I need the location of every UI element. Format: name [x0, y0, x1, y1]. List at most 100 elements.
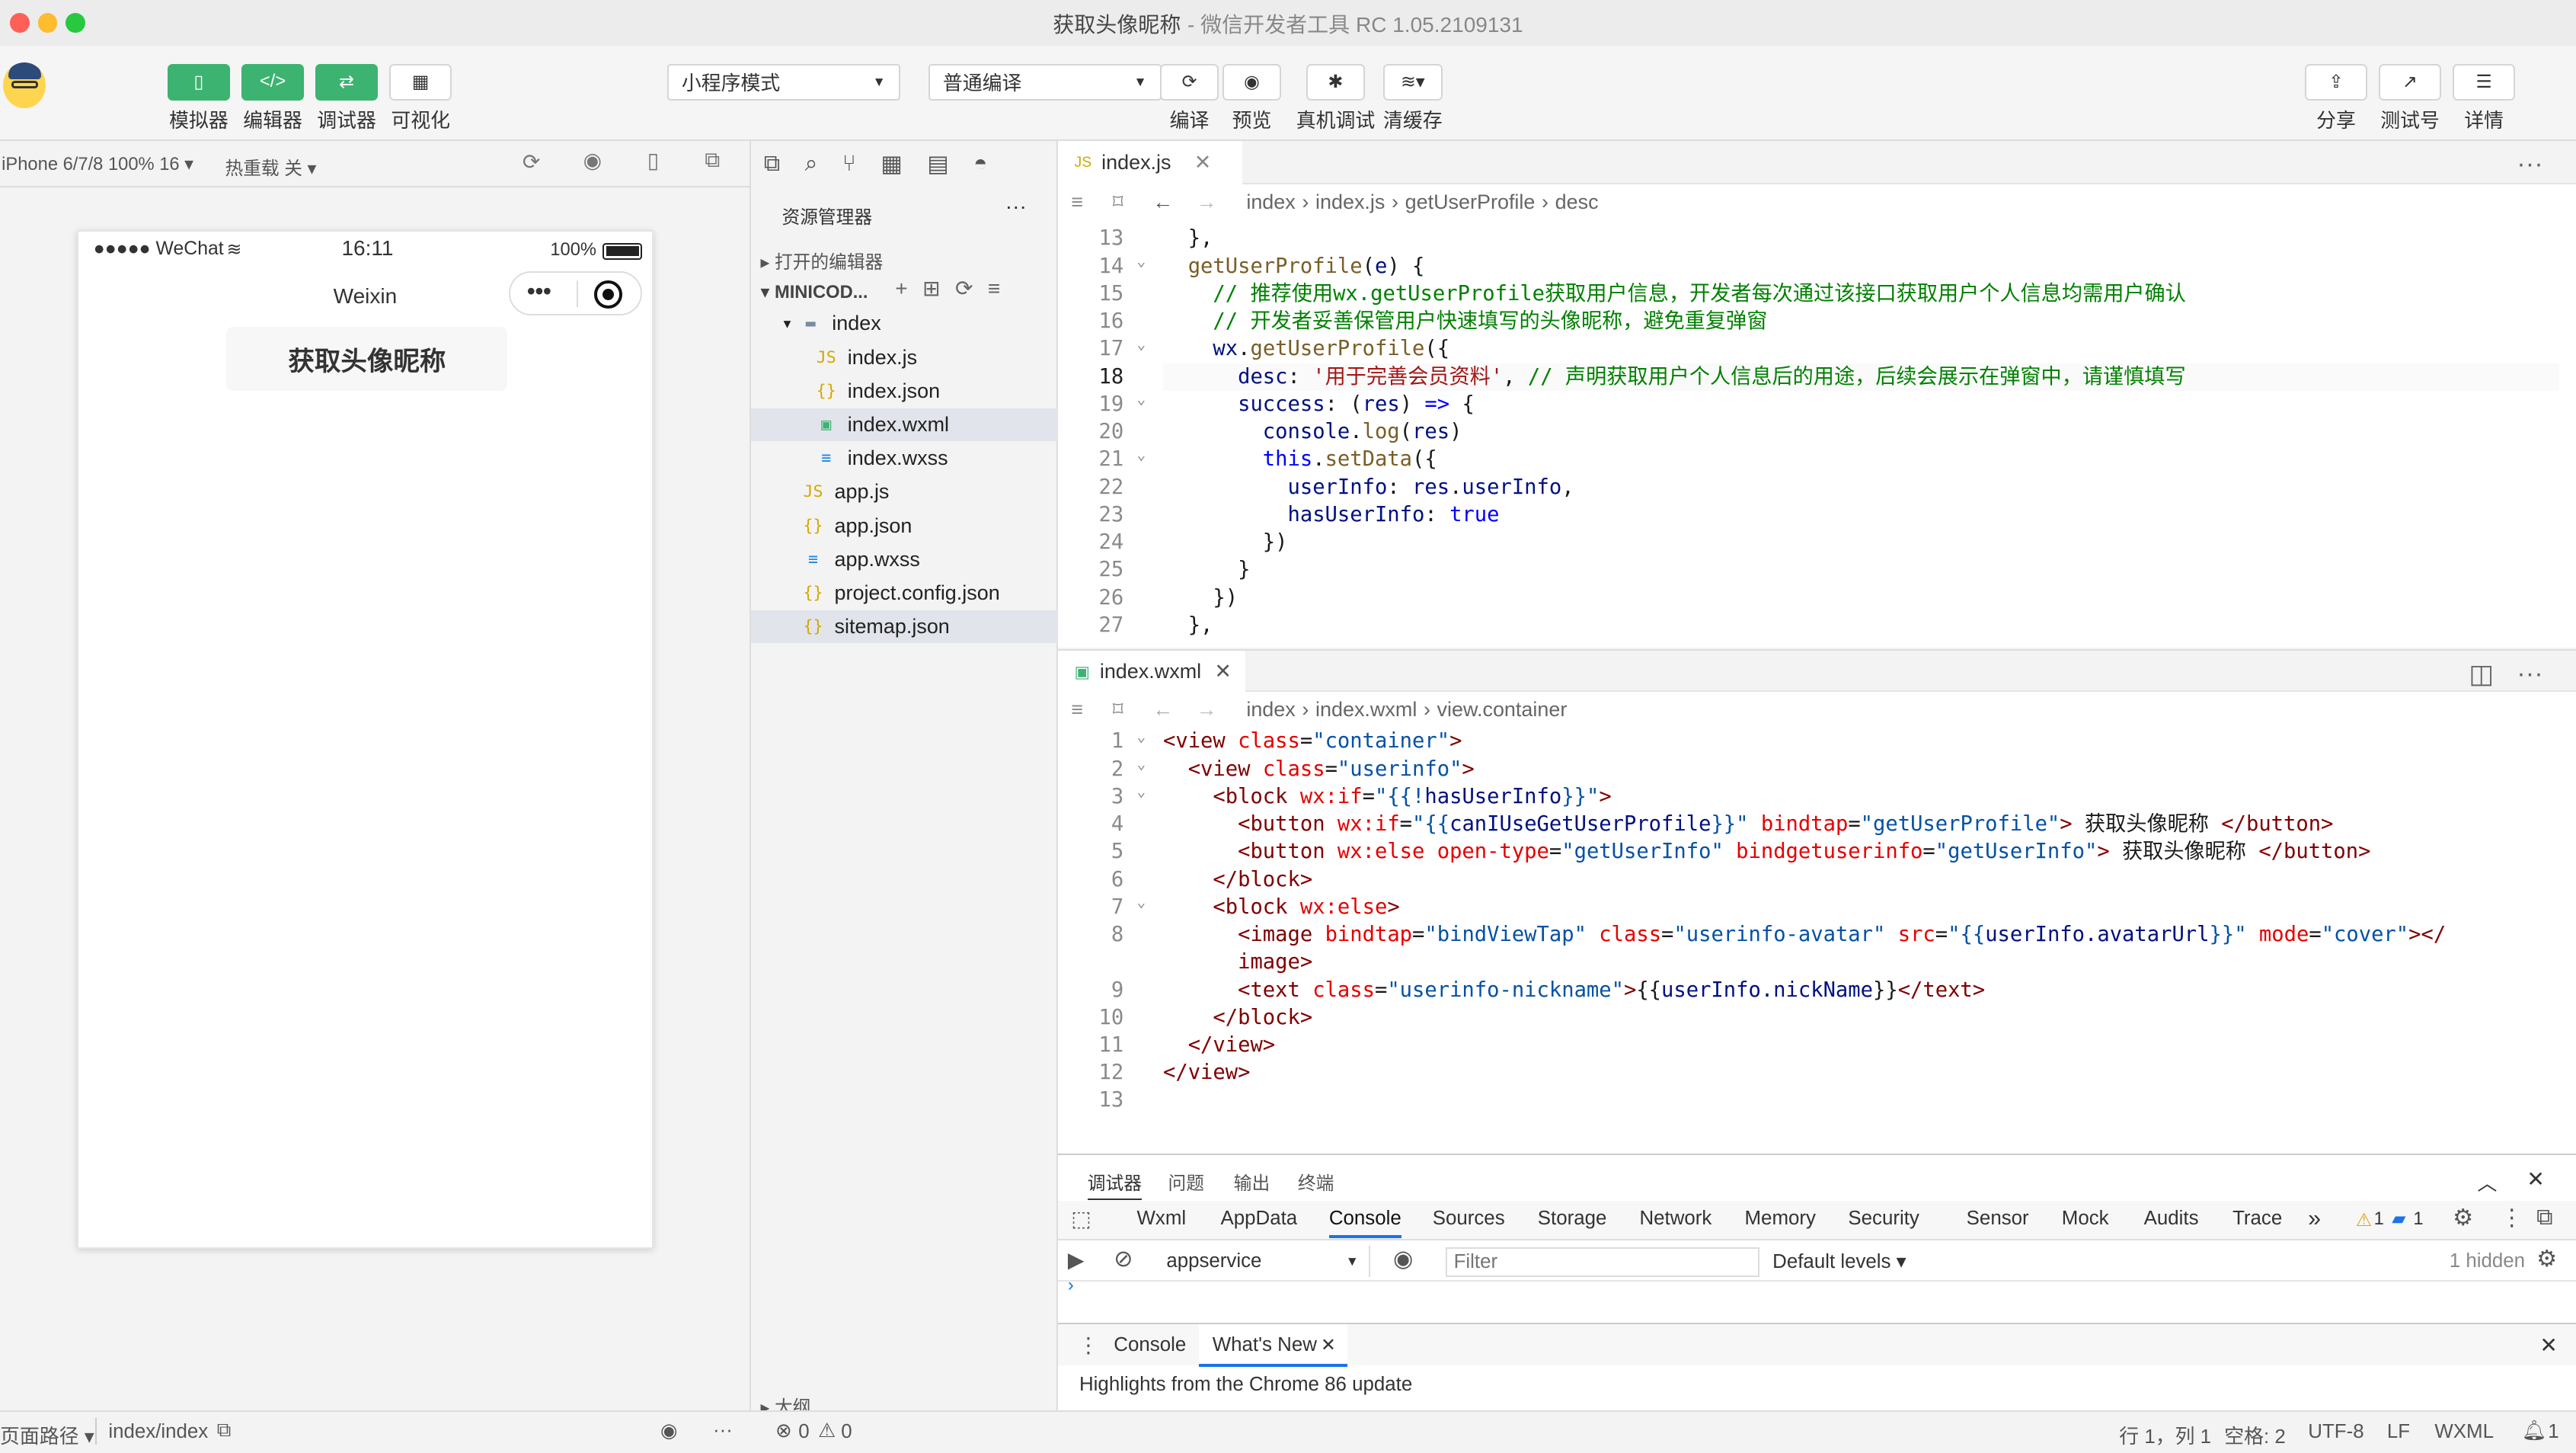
storage-icon[interactable]: ▤ — [927, 151, 949, 178]
chevron-down-icon[interactable]: ▾ — [784, 315, 791, 333]
fold-chevron-icon[interactable]: ⌄ — [1136, 778, 1146, 805]
bell-icon[interactable]: 🔔︎ — [2522, 1419, 2547, 1442]
panel-tab-0[interactable]: 调试器 — [1087, 1168, 1142, 1200]
gear-icon[interactable]: ⚙ — [2453, 1205, 2473, 1231]
fold-chevron-icon[interactable]: ⌄ — [1136, 728, 1146, 751]
more-icon[interactable]: ••• — [527, 279, 551, 305]
share-button[interactable]: ⇪ 分享 — [2304, 64, 2367, 133]
devtools-tab-security[interactable]: Security — [1848, 1208, 1919, 1230]
dock-icon[interactable]: ⧉ — [2536, 1205, 2553, 1231]
explorer-item-index-wxss[interactable]: ≡ index.wxss — [751, 442, 1058, 475]
devtools-tab-trace[interactable]: Trace — [2232, 1208, 2282, 1230]
open-editors-section[interactable]: ▸ 打开的编辑器 — [760, 247, 883, 274]
console-filter-input[interactable] — [1445, 1247, 1759, 1277]
context-select[interactable]: appservice ▼ — [1156, 1245, 1370, 1277]
explorer-item-app-json[interactable]: {} app.json — [751, 510, 1058, 542]
stop-icon[interactable]: ◉ — [583, 148, 602, 173]
warning-icon[interactable]: ⚠ — [2356, 1209, 2372, 1231]
copy-icon[interactable]: ⧉ — [217, 1419, 231, 1442]
collapse-icon[interactable]: ︿ — [2477, 1168, 2497, 1196]
code-editor-wxml[interactable]: <view class="container"> <view class="us… — [1057, 728, 2576, 1154]
explorer-item-app-js[interactable]: JS app.js — [751, 475, 1058, 508]
back-icon[interactable]: ← — [1152, 190, 1173, 214]
crumb-element[interactable]: view.container — [1437, 698, 1568, 722]
minimize-window-button[interactable] — [37, 13, 58, 34]
fold-chevron-icon[interactable]: ⌄ — [1136, 441, 1146, 469]
more-icon[interactable]: ··· — [2517, 149, 2542, 179]
tab-index-js[interactable]: JS index.js ✕ — [1057, 141, 1242, 184]
close-icon[interactable]: ✕ — [1321, 1334, 1336, 1356]
panel-tab-2[interactable]: 输出 — [1234, 1168, 1270, 1195]
close-drawer-icon[interactable]: ✕ — [2539, 1333, 2557, 1358]
explorer-item-index-json[interactable]: {} index.json — [751, 375, 1058, 408]
git-icon[interactable]: ⑂ — [842, 151, 856, 178]
explorer-actions[interactable]: +⊞⟳≡ — [895, 276, 1015, 301]
eye-icon[interactable]: ◉ — [1393, 1246, 1413, 1272]
back-icon[interactable]: ← — [1152, 698, 1173, 722]
eol[interactable]: LF — [2387, 1421, 2410, 1443]
fold-chevron-icon[interactable]: ⌄ — [1136, 331, 1146, 358]
device-select[interactable]: iPhone 6/7/8 100% 16 ▾ — [2, 153, 193, 175]
hotreload-select[interactable]: 热重载 关 ▾ — [225, 153, 316, 180]
close-miniapp-icon[interactable] — [594, 280, 623, 309]
devtools-tab-memory[interactable]: Memory — [1745, 1208, 1816, 1230]
crumb-prop[interactable]: desc — [1555, 190, 1599, 214]
remote-debug-button[interactable]: ✱ 真机调试 — [1296, 64, 1375, 133]
language-mode[interactable]: WXML — [2434, 1421, 2494, 1443]
drawer-tab-whats-new[interactable]: What's New ✕ — [1199, 1324, 1347, 1368]
get-profile-button[interactable]: 获取头像昵称 — [226, 327, 508, 392]
rotate-icon[interactable]: ⟳ — [523, 149, 540, 174]
simulator-toggle-button[interactable]: ▯ 模拟器 — [167, 64, 230, 133]
devtools-tab-network[interactable]: Network — [1639, 1208, 1711, 1230]
preview-button[interactable]: ◉ 预览 — [1222, 64, 1282, 133]
compile-select[interactable]: 普通编译 ▼ — [928, 64, 1162, 101]
compile-button[interactable]: ⟳ 编译 — [1159, 64, 1219, 133]
message-icon[interactable]: ▰ — [2392, 1208, 2405, 1230]
avatar[interactable] — [3, 62, 46, 109]
details-button[interactable]: ☰ 详情 — [2453, 64, 2516, 133]
crumb-file[interactable]: index.wxml — [1315, 698, 1417, 722]
more-icon[interactable]: ··· — [1005, 194, 1027, 219]
devtools-tab-sensor[interactable]: Sensor — [1967, 1208, 2029, 1230]
clear-cache-button[interactable]: ≋▾ 清缓存 — [1383, 64, 1443, 133]
close-icon[interactable]: ✕ — [1194, 151, 1212, 174]
list-icon[interactable]: ≡ — [1071, 190, 1083, 214]
visual-toggle-button[interactable]: ▦ 可视化 — [389, 64, 452, 133]
more-tabs-button[interactable]: » — [2308, 1206, 2321, 1232]
crumb-method[interactable]: getUserProfile — [1405, 190, 1536, 214]
editor-toggle-button[interactable]: </> 编辑器 — [241, 64, 304, 133]
kebab-icon[interactable]: ⋮ — [1078, 1333, 1099, 1358]
bookmark-icon[interactable]: ⌑ — [1113, 190, 1123, 214]
explorer-item-project-config-json[interactable]: {} project.config.json — [751, 577, 1058, 610]
fold-chevron-icon[interactable]: ⌄ — [1136, 888, 1146, 916]
levels-select[interactable]: Default levels ▾ — [1772, 1250, 1906, 1273]
panel-tab-3[interactable]: 终端 — [1298, 1168, 1334, 1195]
crumb-folder[interactable]: index — [1246, 190, 1295, 214]
docker-icon[interactable]: ◓ — [973, 151, 987, 178]
explorer-item-index-js[interactable]: JS index.js — [751, 341, 1058, 374]
more-icon[interactable]: ··· — [713, 1419, 733, 1442]
panel-tab-1[interactable]: 问题 — [1168, 1168, 1203, 1195]
console-prompt-icon[interactable]: › — [1068, 1275, 1074, 1296]
page-path-select[interactable]: 页面路径 ▾ — [0, 1421, 94, 1449]
sidebar-toggle-icon[interactable]: ▶ — [1068, 1247, 1085, 1272]
close-window-button[interactable] — [9, 13, 30, 34]
project-section[interactable]: ▾ MINICOD... — [760, 281, 868, 303]
search-icon[interactable]: ⌕ — [805, 151, 818, 178]
capsule-menu[interactable]: ••• — [509, 270, 643, 315]
cursor-position[interactable]: 行 1，列 1 — [2119, 1421, 2211, 1449]
devtools-tab-console[interactable]: Console — [1328, 1208, 1401, 1238]
popout-icon[interactable]: ⧉ — [705, 148, 720, 173]
mode-select[interactable]: 小程序模式 ▼ — [666, 64, 900, 101]
split-editor-icon[interactable]: ◫ — [2469, 659, 2494, 690]
clear-console-icon[interactable]: ⊘ — [1114, 1246, 1133, 1272]
fold-chevron-icon[interactable]: ⌄ — [1136, 751, 1146, 778]
debugger-toggle-button[interactable]: ⇄ 调试器 — [315, 64, 379, 133]
devtools-tab-audits[interactable]: Audits — [2144, 1208, 2199, 1230]
crumb-file[interactable]: index.js — [1315, 190, 1385, 214]
crumb-folder[interactable]: index — [1246, 698, 1295, 722]
close-icon[interactable]: ✕ — [1214, 660, 1232, 683]
phone-icon[interactable]: ▯ — [647, 148, 659, 173]
devtools-tab-appdata[interactable]: AppData — [1220, 1208, 1297, 1230]
devtools-tab-mock[interactable]: Mock — [2062, 1208, 2109, 1230]
